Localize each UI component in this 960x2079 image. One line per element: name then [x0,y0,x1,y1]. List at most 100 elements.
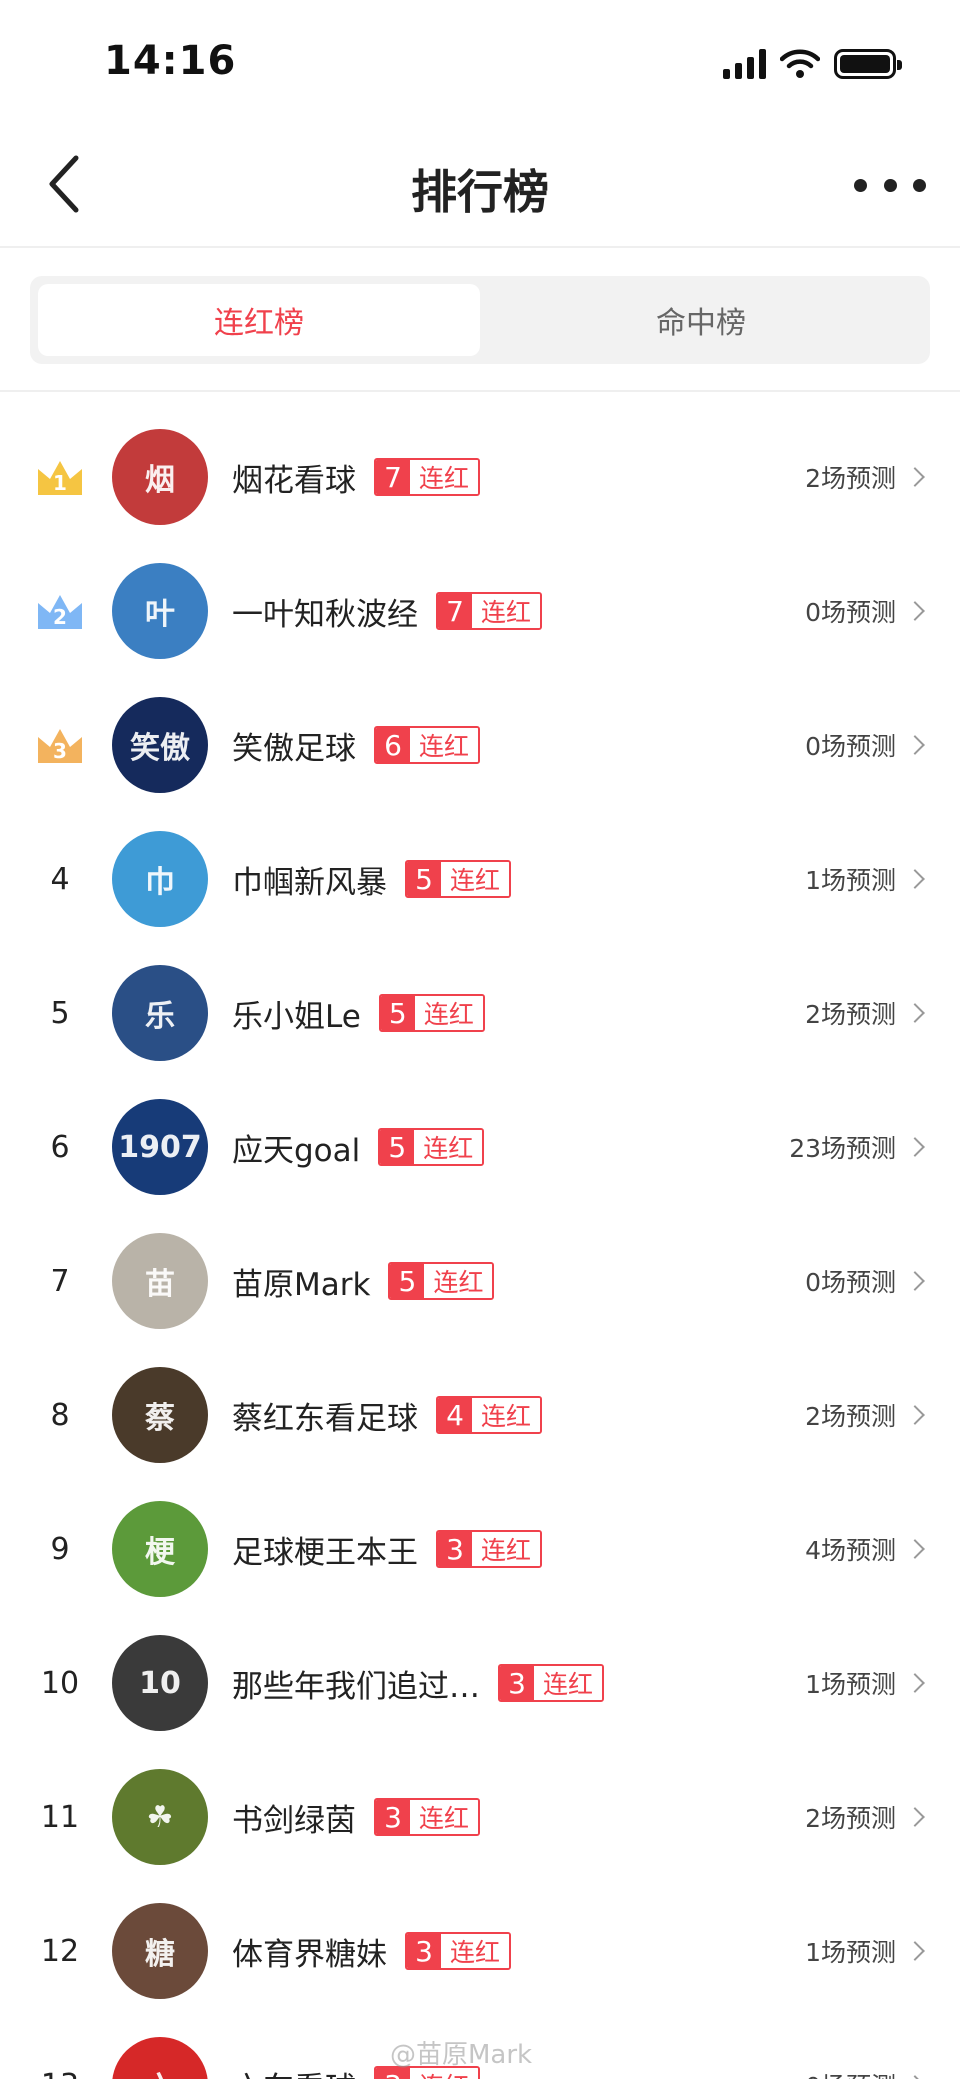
predictions-link[interactable]: 2场预测 [805,946,926,1080]
tab-streak-ranking[interactable]: 连红榜 [38,284,480,356]
avatar[interactable]: 蔡 [112,1367,208,1463]
ranking-row[interactable]: 9 梗 足球梗王本王 3 连红 4场预测 [0,1482,960,1616]
predictions-count: 23场预测 [789,1134,896,1163]
ranking-row[interactable]: 6 1907 应天goal 5 连红 23场预测 [0,1080,960,1214]
avatar[interactable]: 巾 [112,831,208,927]
streak-badge: 7 连红 [374,458,481,496]
chevron-right-icon [905,869,925,889]
nav-bar: 排行榜 [0,120,960,248]
predictions-link[interactable]: 1场预测 [805,1884,926,2018]
tab-hit-ranking[interactable]: 命中榜 [480,284,922,356]
chevron-right-icon [905,2075,925,2079]
streak-label: 连红 [414,996,483,1030]
ranking-row[interactable]: 3 笑傲 笑傲足球 6 连红 0场预测 [0,678,960,812]
divider [0,390,960,392]
chevron-right-icon [905,1941,925,1961]
streak-count: 4 [438,1398,472,1432]
streak-label: 连红 [410,728,479,762]
avatar-image: ☘ [146,1799,174,1835]
rank-cell: 8 [28,1348,92,1482]
user-name[interactable]: 苗原Mark [232,1259,370,1304]
user-name[interactable]: 应天goal [232,1125,360,1170]
name-group: 苗原Mark 5 连红 [232,1214,495,1348]
rank-number: 10 [40,1665,80,1701]
ranking-row[interactable]: 4 巾 巾帼新风暴 5 连红 1场预测 [0,812,960,946]
predictions-link[interactable]: 2场预测 [805,410,926,544]
predictions-link[interactable]: 23场预测 [789,1080,926,1214]
avatar[interactable]: 糖 [112,1903,208,1999]
streak-label: 连红 [441,1934,510,1968]
user-name[interactable]: 书剑绿茵 [232,1795,356,1840]
ranking-list: 1 烟烟花看球 7 连红 2场预测 2 叶一叶知秋波经 7 连红 0场预测 3 笑傲 笑傲足球 6 连红 0场… [0,410,960,2079]
streak-label: 连红 [534,1666,603,1700]
avatar[interactable]: 乐 [112,965,208,1061]
streak-count: 5 [407,862,441,896]
name-group: 那些年我们追过… 3 连红 [232,1616,605,1750]
ranking-row[interactable]: 1 烟 烟花看球 7 连红 2场预测 [0,410,960,544]
predictions-link[interactable]: 0场预测 [805,544,926,678]
ranking-row[interactable]: 11 ☘ 书剑绿茵 3 连红 2场预测 [0,1750,960,1884]
user-name[interactable]: 蔡红东看足球 [232,1393,418,1438]
ranking-row[interactable]: 2 叶 一叶知秋波经 7 连红 0场预测 [0,544,960,678]
rank-number: 6 [50,1129,70,1165]
avatar[interactable]: 梗 [112,1501,208,1597]
status-icons [723,44,902,84]
avatar[interactable]: 叶 [112,563,208,659]
predictions-link[interactable]: 2场预测 [805,1750,926,1884]
user-name[interactable]: 一叶知秋波经 [232,589,418,634]
avatar[interactable]: 烟 [112,429,208,525]
rank-cell: 3 [28,678,92,812]
streak-count: 3 [407,1934,441,1968]
predictions-link[interactable]: 0场预测 [805,2018,926,2079]
name-group: 体育界糖妹 3 连红 [232,1884,512,2018]
avatar-image: 梗 [145,1535,175,1570]
crown-icon: 2 [34,589,86,633]
user-name[interactable]: 体育界糖妹 [232,1929,387,1974]
streak-label: 连红 [410,1800,479,1834]
ranking-row[interactable]: 7 苗 苗原Mark 5 连红 0场预测 [0,1214,960,1348]
rank-number: 5 [50,995,70,1031]
more-button[interactable] [850,160,930,210]
avatar[interactable]: 笑傲 [112,697,208,793]
ranking-row[interactable]: 5 乐乐小姐Le 5 连红 2场预测 [0,946,960,1080]
user-name[interactable]: 足球梗王本王 [232,1527,418,1572]
avatar[interactable]: 苗 [112,1233,208,1329]
ranking-row[interactable]: 10 10 那些年我们追过… 3 连红 1场预测 [0,1616,960,1750]
streak-badge: 3连红 [405,1932,512,1970]
avatar[interactable]: 10 [112,1635,208,1731]
name-group: 笑傲足球 6 连红 [232,678,481,812]
avatar-image: 10 [139,1665,181,1701]
predictions-count: 1场预测 [805,866,896,895]
user-name[interactable]: 巾帼新风暴 [232,857,387,902]
ranking-row[interactable]: 12 糖 体育界糖妹 3 连红 1场预测 [0,1884,960,2018]
predictions-link[interactable]: 1场预测 [805,812,926,946]
wifi-icon [780,49,820,78]
predictions-link[interactable]: 0场预测 [805,678,926,812]
predictions-link[interactable]: 1场预测 [805,1616,926,1750]
streak-count: 7 [376,460,410,494]
streak-count: 5 [380,1130,415,1164]
streak-label: 连红 [410,460,479,494]
rank-number: 12 [40,1933,80,1969]
chevron-right-icon [905,1807,925,1827]
cellular-signal-icon [723,49,766,79]
user-name[interactable]: 乐小姐Le [232,991,361,1036]
predictions-link[interactable]: 2场预测 [805,1348,926,1482]
predictions-link[interactable]: 4场预测 [805,1482,926,1616]
streak-count: 6 [376,728,410,762]
name-group: 蔡红东看足球 4 连红 [232,1348,543,1482]
crown-icon: 1 [34,455,86,499]
streak-count: 3 [438,1532,472,1566]
ranking-row[interactable]: 8 蔡 蔡红东看足球 4 连红 2场预测 [0,1348,960,1482]
rank-cell: 9 [28,1482,92,1616]
avatar[interactable]: 1907 [112,1099,208,1195]
user-name[interactable]: 笑傲足球 [232,723,356,768]
user-name[interactable]: 六车看球 [232,2063,356,2079]
predictions-count: 1场预测 [805,1670,896,1699]
avatar[interactable]: ☘ [112,1769,208,1865]
predictions-link[interactable]: 0场预测 [805,1214,926,1348]
streak-badge: 5 连红 [378,1128,485,1166]
user-name[interactable]: 烟花看球 [232,455,356,500]
user-name[interactable]: 那些年我们追过… [232,1661,480,1706]
avatar[interactable]: 六 [112,2037,208,2079]
